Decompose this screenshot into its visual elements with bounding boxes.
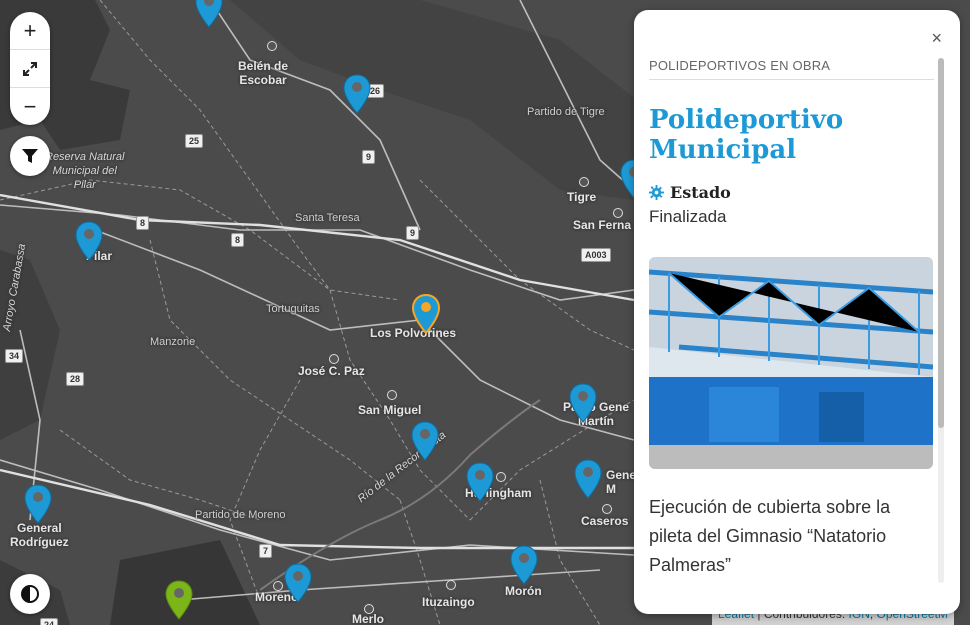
panel-scrollbar[interactable] xyxy=(938,58,944,583)
route-shield: A003 xyxy=(581,248,611,262)
zoom-control: + − xyxy=(10,12,50,125)
route-shield: 24 xyxy=(40,618,59,625)
theme-toggle-button[interactable] xyxy=(10,574,50,614)
scrollbar-thumb[interactable] xyxy=(938,58,944,428)
place-moron: Morón xyxy=(505,584,542,598)
place-general-rodriguez: General Rodríguez xyxy=(10,521,69,549)
contrast-icon xyxy=(21,585,39,603)
gear-icon xyxy=(649,185,664,200)
route-shield: 25 xyxy=(185,134,204,148)
info-panel: × POLIDEPORTIVOS EN OBRA Polideportivo M… xyxy=(634,10,960,614)
place-partido-moreno: Partido de Moreno xyxy=(195,509,286,521)
estado-value: Finalizada xyxy=(649,207,727,226)
filter-button[interactable] xyxy=(10,136,50,176)
panel-category: POLIDEPORTIVOS EN OBRA xyxy=(649,58,934,80)
city-dot xyxy=(267,41,277,51)
place-caseros: Caseros xyxy=(581,514,629,528)
panel-title: Polideportivo Municipal xyxy=(649,105,844,165)
fullscreen-button[interactable] xyxy=(10,50,50,88)
panel-description: Ejecución de cubierta sobre la pileta de… xyxy=(649,497,891,575)
estado-heading: Estado xyxy=(649,183,731,202)
zoom-out-button[interactable]: − xyxy=(10,88,50,125)
filter-icon xyxy=(22,149,38,163)
map-pin-icon[interactable] xyxy=(465,462,495,502)
map-pin-icon[interactable] xyxy=(194,0,224,28)
city-dot xyxy=(273,581,283,591)
city-dot xyxy=(329,354,339,364)
place-santa-teresa: Santa Teresa xyxy=(295,212,360,224)
city-dot xyxy=(446,580,456,590)
map-pin-green-icon[interactable] xyxy=(164,580,194,620)
place-manzone: Manzone xyxy=(150,336,196,348)
place-san-miguel: San Miguel xyxy=(358,403,422,417)
place-partido-tigre: Partido de Tigre xyxy=(527,106,605,118)
map-pin-icon[interactable] xyxy=(573,459,603,499)
map-pin-icon[interactable] xyxy=(74,221,104,261)
place-belen-escobar: Belén de Escobar xyxy=(238,59,289,87)
map-pin-icon[interactable] xyxy=(342,74,372,114)
city-dot xyxy=(364,604,374,614)
place-tigre: Tigre xyxy=(567,190,597,204)
route-shield: 7 xyxy=(259,544,273,558)
map-pin-selected-icon[interactable] xyxy=(411,294,441,334)
route-shield: 9 xyxy=(362,150,376,164)
map-pin-icon[interactable] xyxy=(568,383,598,423)
place-tortuguitas: Tortuguitas xyxy=(266,303,320,315)
zoom-in-button[interactable]: + xyxy=(10,12,50,50)
map-pin-icon[interactable] xyxy=(23,484,53,524)
map-pin-icon[interactable] xyxy=(410,421,440,461)
route-shield: 28 xyxy=(66,372,85,386)
route-shield: 34 xyxy=(5,349,24,363)
expand-icon xyxy=(23,61,37,76)
map-pin-icon[interactable] xyxy=(509,545,539,585)
place-gene: Gene M xyxy=(606,468,637,496)
place-ituzaingo: Ituzaingo xyxy=(422,595,475,609)
map-pin-icon[interactable] xyxy=(283,563,313,603)
city-dot xyxy=(387,390,397,400)
estado-label: Estado xyxy=(670,183,731,202)
city-dot xyxy=(613,208,623,218)
close-button[interactable]: × xyxy=(931,28,942,49)
place-san-fernando: San Ferna xyxy=(573,218,632,232)
route-shield: 8 xyxy=(231,233,245,247)
project-photo xyxy=(649,257,933,469)
route-shield: 9 xyxy=(406,226,420,240)
route-shield: 8 xyxy=(136,216,150,230)
place-jose-c-paz: José C. Paz xyxy=(298,364,365,378)
place-reserva-pilar: Reserva Natural Municipal del Pilar xyxy=(45,151,125,191)
city-dot xyxy=(579,177,589,187)
city-dot xyxy=(602,504,612,514)
city-dot xyxy=(496,472,506,482)
